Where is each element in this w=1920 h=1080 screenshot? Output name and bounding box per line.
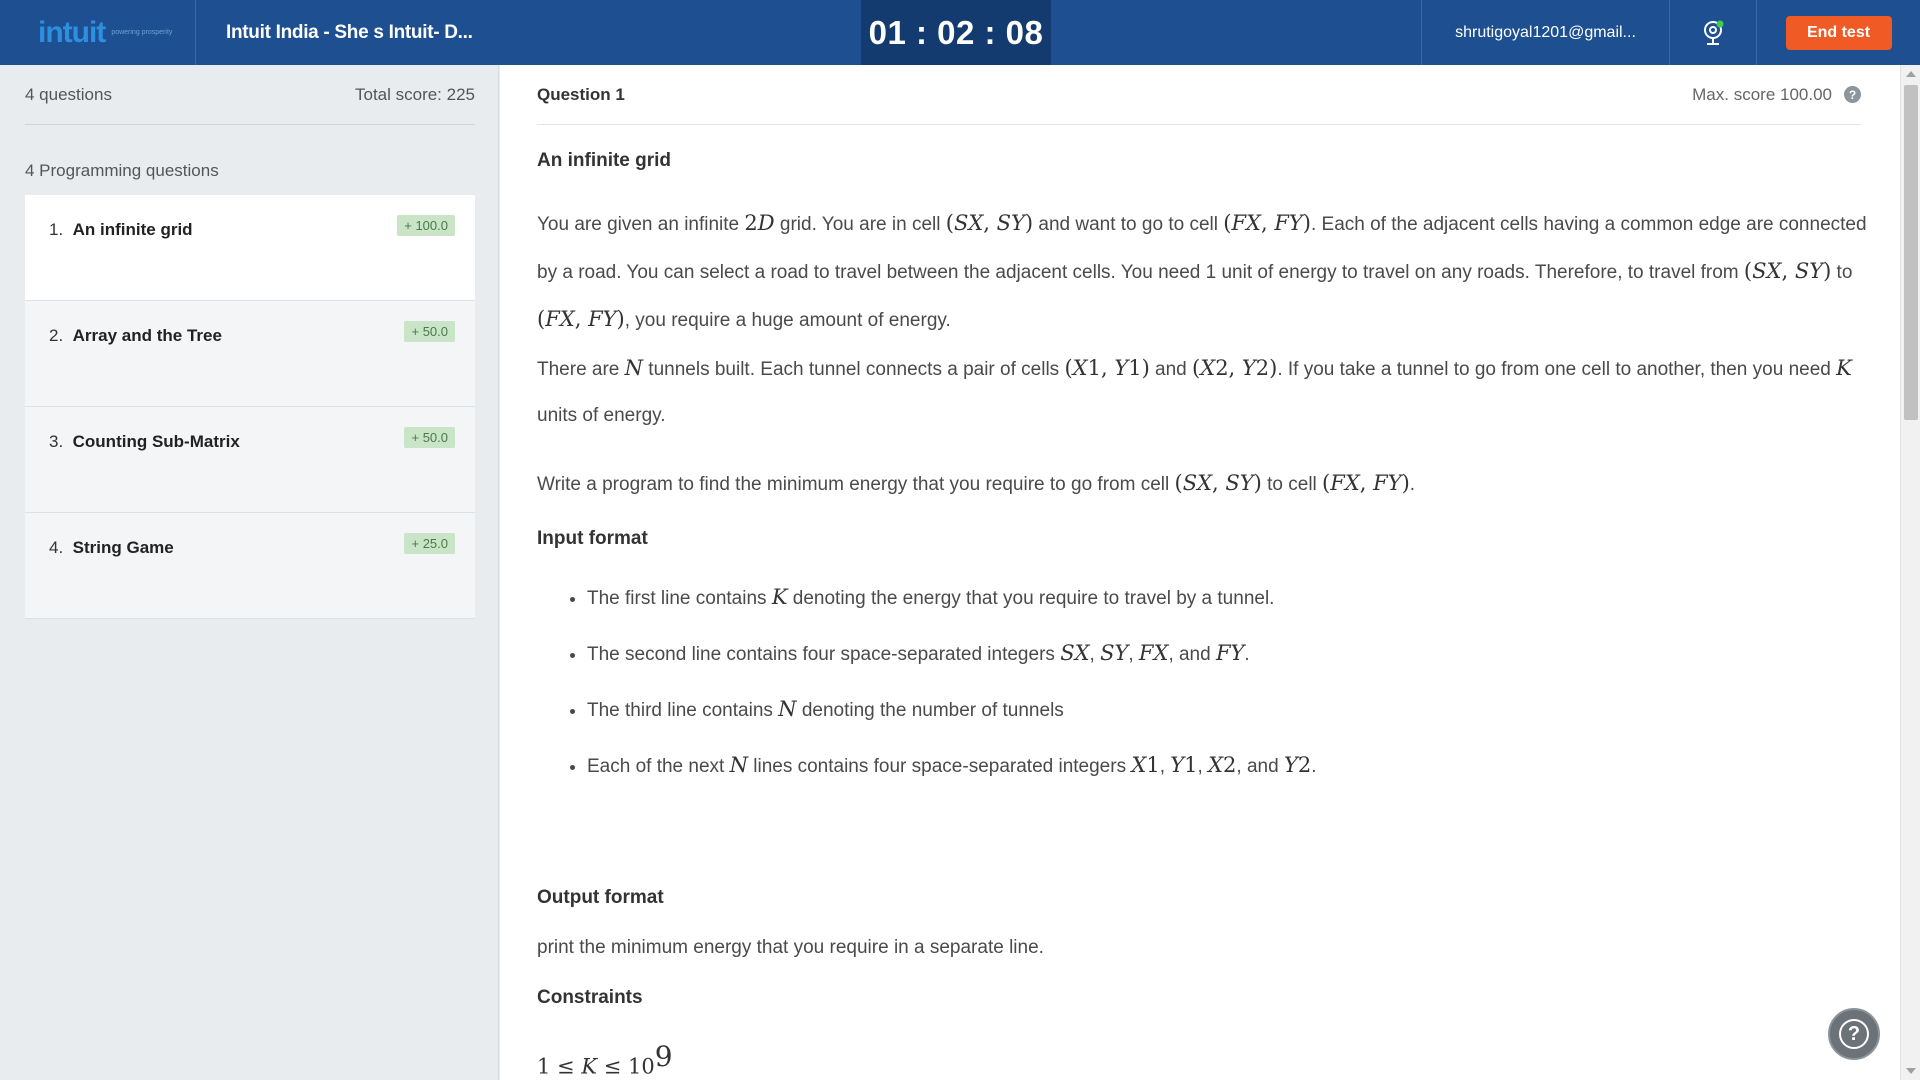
input-format-heading: Input format bbox=[537, 528, 648, 549]
help-icon[interactable]: ? bbox=[1844, 86, 1861, 103]
section-label: 4 Programming questions bbox=[25, 161, 219, 180]
problem-paragraph-2: There are N tunnels built. Each tunnel c… bbox=[537, 356, 1852, 426]
input-format-list: The first line contains K denoting the e… bbox=[537, 570, 1867, 794]
question-title: String Game bbox=[72, 538, 174, 557]
page-scrollbar[interactable] bbox=[1900, 65, 1920, 1080]
list-item: The third line contains N denoting the n… bbox=[587, 682, 1867, 738]
scroll-down-arrow-icon[interactable] bbox=[1906, 1068, 1916, 1074]
question-item-1[interactable]: 1. An infinite grid + 100.0 bbox=[25, 195, 475, 301]
problem-paragraph-1: You are given an infinite 2D grid. You a… bbox=[537, 211, 1867, 331]
list-item: The first line contains K denoting the e… bbox=[587, 570, 1867, 626]
list-item: Each of the next N lines contains four s… bbox=[587, 738, 1867, 794]
question-number: 4. bbox=[49, 538, 64, 557]
question-sidebar: 4 questions Total score: 225 4 Programmi… bbox=[0, 65, 499, 1080]
question-item-3[interactable]: 3. Counting Sub-Matrix + 50.0 bbox=[25, 407, 475, 513]
question-mark-icon: ? bbox=[1839, 1019, 1869, 1049]
logo-text: intuit bbox=[38, 15, 106, 49]
question-title: Counting Sub-Matrix bbox=[72, 432, 240, 451]
logo-tagline: powering prosperity bbox=[111, 28, 173, 36]
sidebar-summary: 4 questions Total score: 225 bbox=[25, 65, 475, 125]
question-item-label: 2. Array and the Tree bbox=[49, 326, 222, 346]
problem-paragraph-3: Write a program to find the minimum ener… bbox=[537, 471, 1416, 495]
score-badge: + 50.0 bbox=[404, 427, 455, 448]
webcam-status[interactable] bbox=[1669, 0, 1756, 65]
question-item-2[interactable]: 2. Array and the Tree + 50.0 bbox=[25, 301, 475, 407]
question-number: 2. bbox=[49, 326, 64, 345]
question-item-label: 3. Counting Sub-Matrix bbox=[49, 432, 240, 452]
score-badge: + 100.0 bbox=[397, 215, 455, 236]
constraint-1: 1 ≤ K ≤ 109 bbox=[537, 1040, 673, 1079]
question-title: An infinite grid bbox=[72, 220, 193, 239]
countdown-timer: 01 : 02 : 08 bbox=[861, 0, 1051, 65]
test-title: Intuit India - She s Intuit- D... bbox=[226, 21, 473, 43]
question-item-label: 1. An infinite grid bbox=[49, 220, 193, 240]
question-header: Question 1 Max. score 100.00 ? bbox=[537, 65, 1861, 125]
question-title: Array and the Tree bbox=[72, 326, 222, 345]
score-badge: + 25.0 bbox=[404, 533, 455, 554]
end-test-container: End test bbox=[1756, 0, 1920, 65]
question-item-label: 4. String Game bbox=[49, 538, 174, 558]
constraints-heading: Constraints bbox=[537, 987, 643, 1008]
question-list: 1. An infinite grid + 100.0 2. Array and… bbox=[25, 195, 475, 619]
question-number: 3. bbox=[49, 432, 64, 451]
question-number-label: Question 1 bbox=[537, 84, 625, 104]
question-number: 1. bbox=[49, 220, 64, 239]
question-panel: Question 1 Max. score 100.00 ? An infini… bbox=[500, 65, 1900, 1080]
end-test-button[interactable]: End test bbox=[1785, 15, 1892, 50]
total-score: Total score: 225 bbox=[354, 84, 475, 104]
list-item: The second line contains four space-sepa… bbox=[587, 626, 1867, 682]
output-format-text: print the minimum energy that you requir… bbox=[537, 937, 1044, 958]
max-score: Max. score 100.00 ? bbox=[1692, 85, 1861, 105]
help-button[interactable]: ? bbox=[1828, 1008, 1880, 1060]
user-email[interactable]: shrutigoyal1201@gmail... bbox=[1421, 0, 1669, 65]
questions-count: 4 questions bbox=[25, 84, 112, 104]
scroll-thumb[interactable] bbox=[1904, 85, 1918, 420]
scroll-up-arrow-icon[interactable] bbox=[1906, 71, 1916, 77]
score-badge: + 50.0 bbox=[404, 321, 455, 342]
max-score-text: Max. score 100.00 bbox=[1692, 84, 1832, 104]
webcam-icon bbox=[1704, 20, 1724, 45]
top-header: intuit powering prosperity Intuit India … bbox=[0, 0, 1920, 65]
problem-title: An infinite grid bbox=[537, 150, 672, 171]
intuit-logo: intuit powering prosperity bbox=[0, 0, 196, 65]
question-item-4[interactable]: 4. String Game + 25.0 bbox=[25, 513, 475, 619]
header-spacer bbox=[1051, 0, 1421, 65]
output-format-heading: Output format bbox=[537, 887, 664, 908]
